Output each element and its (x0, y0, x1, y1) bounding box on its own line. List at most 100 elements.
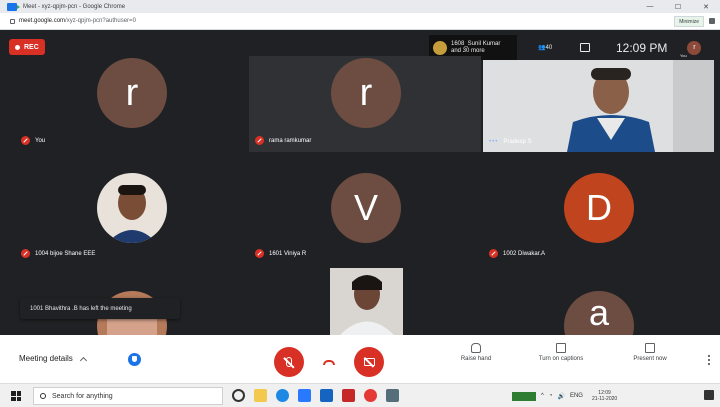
captions-icon (556, 343, 566, 353)
participant-avatar: D (564, 173, 634, 243)
photos-icon[interactable] (386, 389, 399, 402)
notification-toast: 1001 Bhavithra .B has left the meeting (20, 298, 180, 319)
meeting-details-button[interactable]: Meeting details (19, 354, 87, 364)
meeting-top-right: 👥 40 12:09 PM r You (520, 35, 720, 60)
window-controls: — ☐ ✕ (636, 0, 720, 13)
participant-avatar: V (331, 173, 401, 243)
self-avatar[interactable]: r (687, 40, 702, 55)
extension-icon[interactable] (709, 18, 715, 24)
windows-taskbar: Search for anything ^ ◔ 🔊 ENG 12:09 21-1… (0, 383, 720, 407)
taskbar-clock[interactable]: 12:09 21-11-2020 (592, 390, 617, 402)
lock-icon[interactable] (10, 18, 15, 24)
mic-off-icon (286, 357, 292, 367)
url-domain: meet.google.com (19, 18, 66, 24)
participant-avatar (433, 40, 447, 55)
speaking-indicator-icon: ••• (489, 139, 499, 145)
participant-photo (97, 173, 167, 243)
chevron-up-icon (79, 356, 87, 364)
leave-call-button[interactable] (314, 347, 344, 377)
taskbar-date: 21-11-2020 (591, 396, 618, 402)
participant-tile[interactable]: r You (9, 56, 247, 152)
participant-name-label: 1004 bijoe Shane EEE (21, 249, 95, 258)
browser-title-bar: Meet - xyz-qpjm-pcn - Google Chrome — ☐ … (0, 0, 720, 13)
url-path: /xyz-qpjm-pcn?authuser=0 (65, 18, 136, 24)
close-window-button[interactable]: ✕ (692, 0, 720, 13)
app-icon[interactable] (320, 389, 333, 402)
captions-label: Turn on captions (538, 356, 584, 362)
volume-icon[interactable]: 🔊 (557, 393, 564, 400)
window-title: Meet - xyz-qpjm-pcn - Google Chrome (23, 3, 126, 10)
participants-preview-text: 1608_Sunil Kumar and 30 more (451, 41, 500, 55)
url-text[interactable]: meet.google.com/xyz-qpjm-pcn?authuser=0 (19, 18, 136, 24)
camera-off-icon (363, 358, 375, 366)
taskbar-search-placeholder: Search for anything (52, 392, 113, 400)
edge-icon[interactable] (276, 389, 289, 402)
recording-badge: REC (9, 39, 45, 55)
meeting-controls-bar: Meeting details Raise hand Turn on capti… (0, 335, 720, 383)
mic-off-icon (21, 249, 30, 258)
mail-icon[interactable] (298, 389, 311, 402)
participant-name-label: You (21, 136, 45, 145)
cortana-icon[interactable] (232, 389, 245, 402)
participant-video-tile[interactable]: ••• Pradeep S (483, 60, 714, 152)
camera-toggle-button[interactable] (354, 347, 384, 377)
raise-hand-label: Raise hand (460, 356, 492, 362)
minimize-chip[interactable]: Minimize (674, 16, 704, 27)
participant-tile[interactable]: V 1601 Viniya R (249, 169, 481, 265)
chrome-icon[interactable] (364, 389, 377, 402)
people-count: 40 (545, 44, 553, 51)
address-bar[interactable]: meet.google.com/xyz-qpjm-pcn?authuser=0 … (0, 13, 720, 30)
battery-meter-icon[interactable] (512, 391, 536, 401)
record-dot-icon (15, 44, 20, 50)
rec-label: REC (24, 43, 39, 51)
file-explorer-icon[interactable] (254, 389, 267, 402)
mic-toggle-button[interactable] (274, 347, 304, 377)
present-screen-icon (645, 343, 655, 353)
people-button[interactable]: 👥 40 (538, 42, 558, 54)
raise-hand-button[interactable]: Raise hand (446, 343, 506, 362)
participant-name-label: 1601 Viniya R (255, 249, 306, 258)
meeting-details-label: Meeting details (19, 354, 73, 363)
taskbar-pinned-apps (232, 389, 399, 402)
minimize-window-button[interactable]: — (636, 0, 664, 13)
mic-off-icon (489, 249, 498, 258)
captions-button[interactable]: Turn on captions (531, 343, 591, 362)
windows-start-icon[interactable] (11, 391, 21, 401)
participant-tile[interactable]: 1004 bijoe Shane EEE (9, 169, 247, 265)
participant-video (330, 268, 403, 335)
network-icon[interactable]: ◔ (549, 393, 553, 399)
language-indicator[interactable]: ENG (570, 393, 583, 399)
meeting-clock: 12:09 PM (616, 40, 668, 55)
more-options-icon[interactable] (708, 355, 710, 365)
participant-name-label: rama ramkumar (255, 136, 311, 145)
present-now-button[interactable]: Present now (620, 343, 680, 362)
phone-hangup-icon (323, 359, 335, 365)
people-icon: 👥 (538, 45, 546, 51)
participant-video-tile[interactable] (330, 268, 403, 335)
participants-line2: and 30 more (451, 47, 485, 54)
hand-icon (471, 343, 481, 353)
mcafee-icon[interactable] (342, 389, 355, 402)
participant-name-label: ••• Pradeep S (489, 139, 532, 145)
shield-icon[interactable] (128, 353, 141, 366)
meeting-grid: REC 1608_Sunil Kumar and 30 more 👥 40 12… (0, 31, 720, 335)
present-now-label: Present now (633, 356, 667, 362)
mic-off-icon (255, 136, 264, 145)
notification-center-icon[interactable] (704, 390, 714, 400)
self-avatar-label: You (680, 53, 687, 58)
google-meet-icon (7, 2, 20, 11)
participant-avatar: a (564, 291, 634, 335)
chat-icon[interactable] (580, 43, 590, 52)
taskbar-search[interactable]: Search for anything (33, 387, 223, 405)
participant-name-label: 1002 Diwakar.A (489, 249, 545, 258)
participant-name: Pradeep S (503, 139, 532, 145)
participant-avatar: r (97, 58, 167, 128)
participant-name: 1601 Viniya R (269, 250, 307, 257)
system-tray: ^ ◔ 🔊 ENG 12:09 21-11-2020 (512, 387, 617, 405)
participant-tile[interactable]: a (483, 283, 714, 335)
participant-tile[interactable]: D 1002 Diwakar.A (483, 169, 714, 265)
search-icon (40, 393, 46, 399)
tray-chevron-icon[interactable]: ^ (541, 393, 544, 399)
maximize-window-button[interactable]: ☐ (664, 0, 692, 13)
participant-tile[interactable]: r rama ramkumar (249, 56, 481, 152)
